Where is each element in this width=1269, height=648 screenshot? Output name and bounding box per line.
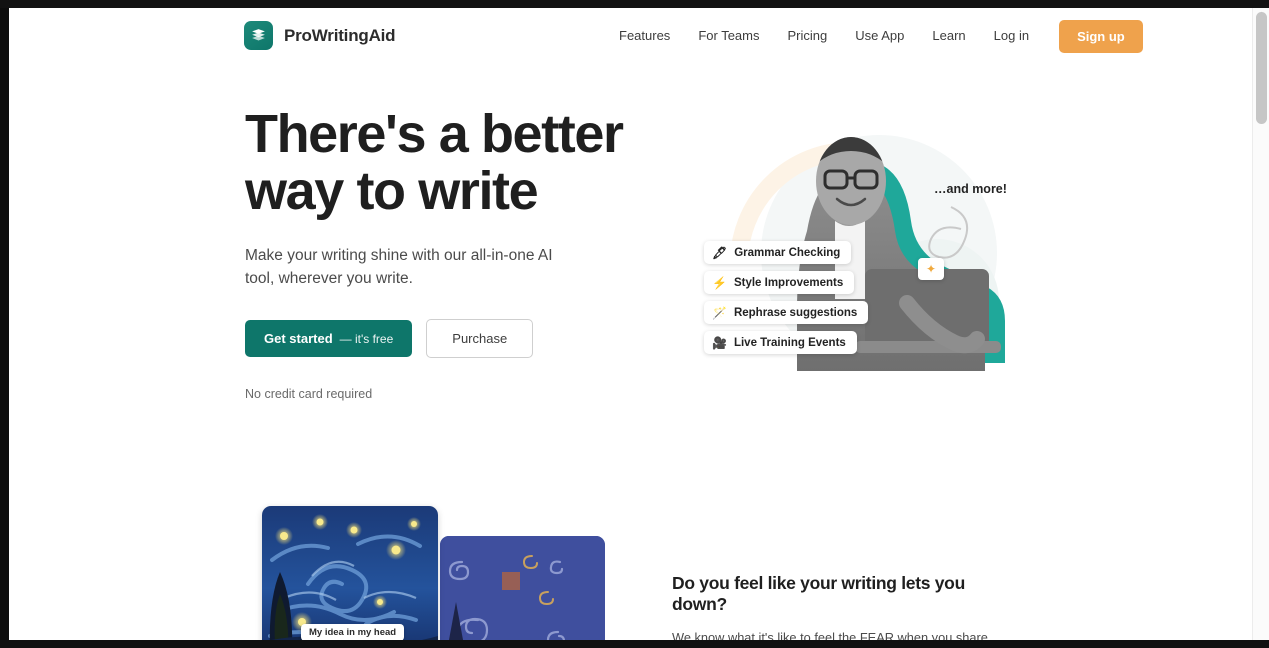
feature-pill-label: Style Improvements [733, 276, 844, 289]
scroll-up-arrow-icon[interactable] [1258, 4, 1265, 16]
prowritingaid-book-logo-icon [244, 21, 273, 50]
hero-illustration: …and more! ✦ 🖋 Grammar Checking ⚡ Style … [669, 103, 1029, 403]
no-credit-card-note: No credit card required [245, 387, 373, 401]
hero-cta-group: Get started — it's free Purchase [245, 319, 665, 358]
vertical-scrollbar[interactable] [1252, 8, 1269, 640]
sparkle-icon: ✦ [918, 258, 944, 280]
window-left-edge [0, 8, 9, 640]
brand-logo-link[interactable]: ProWritingAid [244, 21, 396, 50]
lightning-bolt-icon: ⚡ [712, 275, 727, 290]
writing-lets-you-down-block: Do you feel like your writing lets you d… [672, 573, 1022, 640]
artwork-comparison: My idea in my head [254, 506, 605, 640]
starry-night-graphic [262, 506, 438, 640]
nav-item-log-in[interactable]: Log in [980, 8, 1043, 64]
hero-title-line-2: way to write [245, 161, 539, 221]
purchase-button[interactable]: Purchase [426, 319, 534, 358]
feature-pill-label: Grammar Checking [734, 246, 841, 259]
web-page-viewport: ProWritingAid Features For Teams Pricing… [9, 8, 1252, 640]
feature-pill-live-training-events[interactable]: 🎥 Live Training Events [704, 331, 857, 354]
get-started-button[interactable]: Get started — it's free [245, 320, 413, 357]
feature-pill-label: Rephrase suggestions [733, 306, 858, 319]
section-heading: Do you feel like your writing lets you d… [672, 573, 965, 614]
magic-wand-icon: 🪄 [712, 305, 727, 320]
brand-name-text: ProWritingAid [284, 25, 396, 45]
page-title: There's a better way to write [245, 106, 665, 220]
hero-title-line-1: There's a better [245, 104, 624, 164]
browser-window-frame: ProWritingAid Features For Teams Pricing… [0, 0, 1269, 648]
nav-item-use-app[interactable]: Use App [841, 8, 918, 64]
nav-item-learn[interactable]: Learn [918, 8, 979, 64]
feature-pill-rephrase-suggestions[interactable]: 🪄 Rephrase suggestions [704, 301, 869, 324]
feature-pill-grammar-checking[interactable]: 🖋 Grammar Checking [704, 241, 852, 264]
my-idea-in-my-head-tag: My idea in my head [301, 624, 405, 640]
get-started-label: Get started [264, 331, 333, 346]
get-started-suffix: — it's free [339, 332, 394, 346]
nav-item-pricing[interactable]: Pricing [773, 8, 841, 64]
and-more-label: …and more! [934, 182, 1007, 196]
feature-pill-label: Live Training Events [733, 336, 846, 349]
rough-sketch-card [440, 536, 605, 640]
scrollbar-thumb[interactable] [1256, 12, 1267, 124]
nav-item-for-teams[interactable]: For Teams [684, 8, 773, 64]
section-body-text: We know what it's like to feel the FEAR … [672, 630, 988, 640]
starry-night-card [262, 506, 438, 640]
movie-camera-icon: 🎥 [712, 335, 727, 350]
quill-pen-icon: 🖋 [712, 245, 728, 260]
hero-copy-block: There's a better way to write Make your … [245, 106, 665, 401]
hero-subtitle: Make your writing shine with our all-in-… [245, 247, 553, 287]
window-bottom-edge [0, 640, 1269, 648]
sign-up-button[interactable]: Sign up [1059, 19, 1143, 53]
window-top-edge [0, 0, 1269, 8]
primary-navigation: Features For Teams Pricing Use App Learn… [605, 8, 1143, 64]
rough-sketch-graphic [440, 536, 605, 640]
feature-pill-style-improvements[interactable]: ⚡ Style Improvements [704, 271, 855, 294]
site-header: ProWritingAid Features For Teams Pricing… [9, 8, 1252, 64]
nav-item-features[interactable]: Features [605, 8, 684, 64]
